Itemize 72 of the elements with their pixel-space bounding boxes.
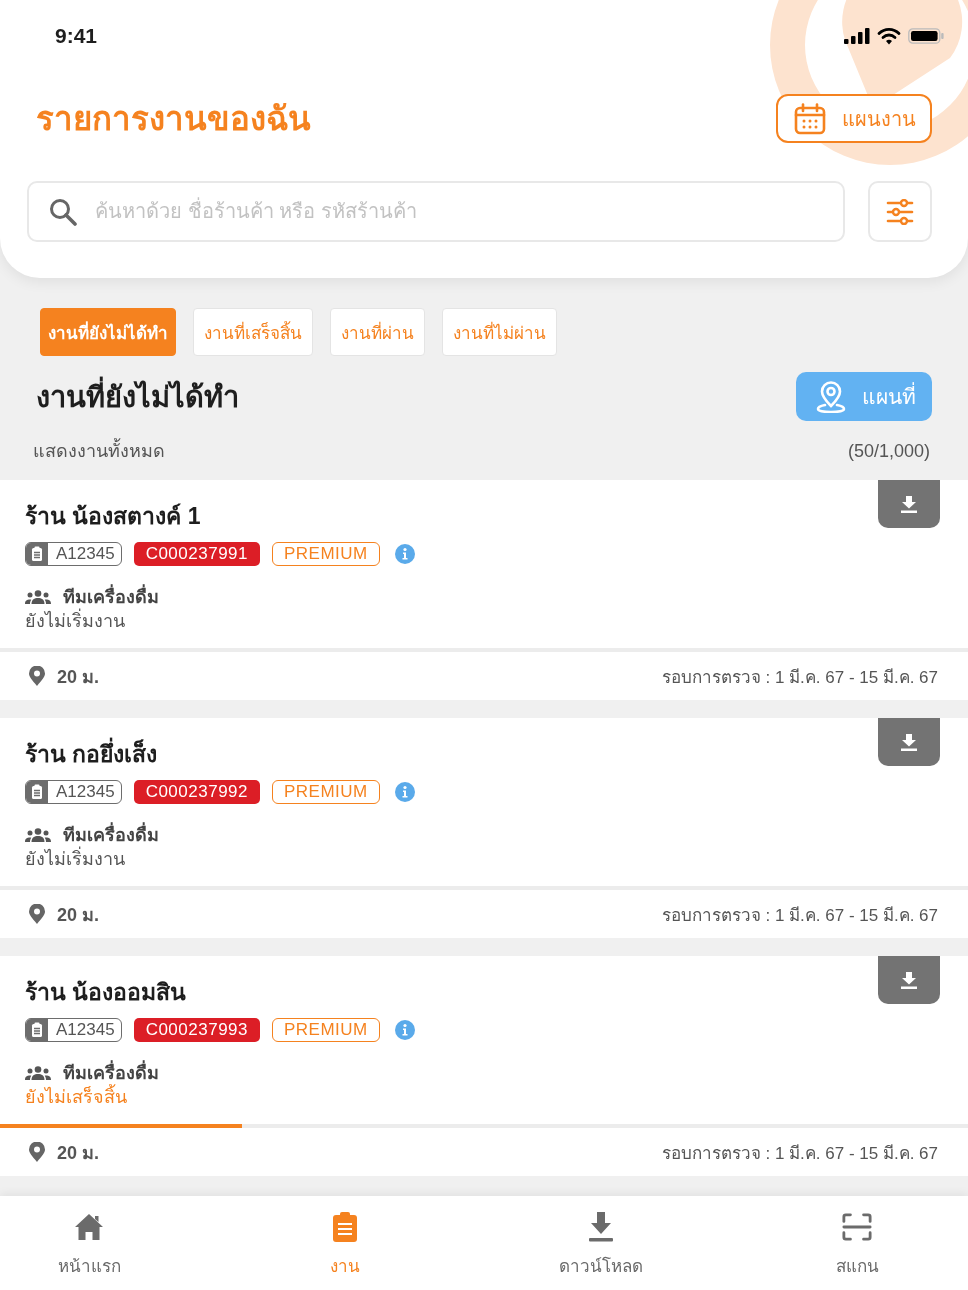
filter-sliders-icon [886,198,914,225]
store-code-badge: C000237992 [133,780,260,804]
clipboard-icon [26,1019,48,1041]
signal-icon [844,28,870,44]
battery-icon [908,28,944,44]
store-code-badge: C000237993 [133,1018,260,1042]
filter-tab[interactable]: งานที่ผ่าน [330,308,425,356]
download-button[interactable] [878,956,940,1004]
download-button[interactable] [878,480,940,528]
job-status: ยังไม่เสร็จสิ้น [25,1085,127,1109]
tier-badge: PREMIUM [272,1018,380,1042]
plan-button[interactable]: แผนงาน [776,94,932,143]
page-title: รายการงานของฉัน [36,98,311,139]
clipboard-icon [26,543,48,565]
filter-tab[interactable]: งานที่ไม่ผ่าน [442,308,557,356]
team-name: ทีมเครื่องดื่ม [63,585,159,609]
location-pin-icon [29,904,45,924]
section-title: งานที่ยังไม่ได้ทำ [36,378,239,415]
map-pin-icon [816,380,846,413]
store-name: ร้าน น้องสตางค์ 1 [25,502,202,530]
job-card[interactable]: ร้าน น้องสตางค์ 1 A12345 C000237991 PREMIUM ทีมเครื่องดื่ม ยังไม่เริ่มงาน 20 ม. รอบการตรวจ : 1 มี.ค. 67 - 15 มี.ค. 67 [0,480,968,700]
show-all-label: แสดงงานทั้งหมด [33,439,165,463]
distance: 20 ม. [57,665,100,689]
info-icon[interactable] [394,1020,415,1040]
wifi-icon [877,27,901,45]
info-icon[interactable] [394,782,415,802]
doc-id: A12345 [55,544,116,564]
calendar-icon [794,102,826,135]
nav-tab[interactable]: หน้าแรก [40,1196,138,1290]
tier-badge: PREMIUM [272,542,380,566]
download-icon [901,971,917,989]
team-name: ทีมเครื่องดื่ม [63,1061,159,1085]
search-field[interactable]: ค้นหาด้วย ชื่อร้านค้า หรือ รหัสร้านค้า [27,181,845,242]
download-icon [901,733,917,751]
nav-tab[interactable]: ดาวน์โหลด [552,1196,650,1290]
download-icon [901,495,917,513]
distance: 20 ม. [57,903,100,927]
store-name: ร้าน น้องออมสิน [25,978,188,1006]
clock-time: 9:41 [55,24,98,48]
doc-id: A12345 [55,782,116,802]
info-icon[interactable] [394,544,415,564]
people-icon [25,1066,51,1080]
job-status: ยังไม่เริ่มงาน [25,609,125,633]
filter-tab[interactable]: งานที่เสร็จสิ้น [193,308,313,356]
clipboard-icon [330,1212,360,1242]
store-code-badge: C000237991 [133,542,260,566]
job-card[interactable]: ร้าน กอยึ่งเส็ง A12345 C000237992 PREMIUM ทีมเครื่องดื่ม ยังไม่เริ่มงาน 20 ม. รอบการตรวจ : 1 มี.ค. 67 - 15 มี.ค. 67 [0,718,968,938]
doc-id: A12345 [55,1020,116,1040]
clipboard-icon [26,781,48,803]
inspection-period: รอบการตรวจ : 1 มี.ค. 67 - 15 มี.ค. 67 [661,1142,938,1165]
team-name: ทีมเครื่องดื่ม [63,823,159,847]
inspection-period: รอบการตรวจ : 1 มี.ค. 67 - 15 มี.ค. 67 [661,666,938,689]
nav-tab[interactable]: สแกน [808,1196,906,1290]
location-pin-icon [29,1142,45,1162]
people-icon [25,590,51,604]
home-icon [74,1212,104,1242]
map-button[interactable]: แผนที่ [796,372,932,421]
scan-icon [842,1212,872,1242]
location-pin-icon [29,666,45,686]
filter-button[interactable] [868,181,932,242]
distance: 20 ม. [57,1141,100,1165]
search-icon [49,198,77,226]
nav-tab[interactable]: งาน [296,1196,394,1290]
filter-tab[interactable]: งานที่ยังไม่ได้ทำ [40,308,176,356]
download-button[interactable] [878,718,940,766]
job-count: (50/1,000) [847,440,930,463]
tier-badge: PREMIUM [272,780,380,804]
job-status: ยังไม่เริ่มงาน [25,847,125,871]
download-icon [586,1212,616,1242]
job-card[interactable]: ร้าน น้องออมสิน A12345 C000237993 PREMIUM ทีมเครื่องดื่ม ยังไม่เสร็จสิ้น 20 ม. รอบการตรวจ : 1 มี.ค. 67 - 15 มี.ค. 67 [0,956,968,1176]
people-icon [25,828,51,842]
inspection-period: รอบการตรวจ : 1 มี.ค. 67 - 15 มี.ค. 67 [661,904,938,927]
